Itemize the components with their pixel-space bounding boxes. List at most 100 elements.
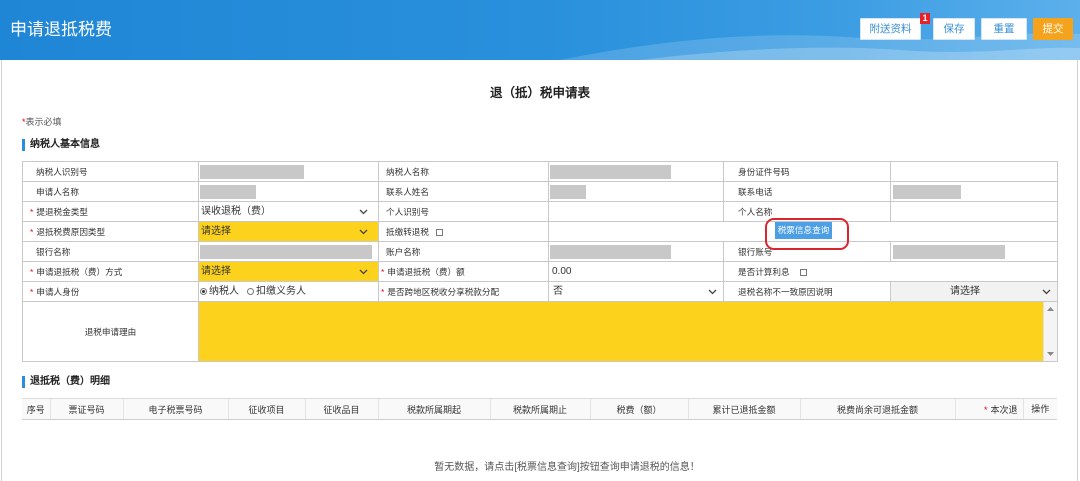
contact-name-label: 联系人姓名 bbox=[378, 181, 549, 202]
chevron-down-icon bbox=[1042, 289, 1051, 294]
required-note: *表示必填 bbox=[22, 117, 62, 128]
label-text: 提退税金类型 bbox=[36, 206, 88, 217]
section-title: 退抵税（费）明细 bbox=[30, 376, 110, 387]
select-box[interactable]: 否 bbox=[550, 283, 723, 301]
label-text: 申请退抵税（费）方式 bbox=[36, 266, 123, 277]
refund-reason-type-label: * 退抵税费原因类型 bbox=[22, 221, 199, 242]
section-title: 纳税人基本信息 bbox=[30, 139, 100, 150]
form-content: 退（抵）税申请表 *表示必填 纳税人基本信息 纳税人识别号 纳税人名称 身份证件… bbox=[0, 60, 1080, 481]
personal-name-field[interactable] bbox=[890, 201, 1058, 222]
label-text: 抵缴转退税 bbox=[386, 226, 429, 237]
select-box[interactable]: 误收退税（费） bbox=[200, 203, 378, 221]
refund-reason-type-select[interactable]: 请选择 bbox=[198, 221, 379, 242]
personal-id-label: 个人识别号 bbox=[378, 201, 549, 222]
section-accent-bar bbox=[22, 139, 25, 151]
account-name-value bbox=[548, 241, 724, 262]
cross-region-allocation-select[interactable]: 否 bbox=[548, 281, 724, 302]
contact-phone-value bbox=[890, 181, 1058, 202]
taxpayer-name-label: 纳税人名称 bbox=[378, 161, 549, 182]
radio-icon[interactable] bbox=[200, 287, 207, 295]
calculate-interest-label: 是否计算利息 bbox=[723, 261, 1058, 282]
select-box[interactable]: 请选择 bbox=[200, 223, 378, 241]
section-accent-bar bbox=[22, 376, 25, 388]
selected-value: 请选择 bbox=[950, 285, 980, 297]
col-period-end: 税款所属期止 bbox=[489, 398, 590, 420]
select-box[interactable]: 请选择 bbox=[200, 263, 378, 281]
cross-region-allocation-label: * 是否跨地区税收分享税款分配 bbox=[378, 281, 549, 302]
col-remaining-refundable: 税费尚余可退抵金额 bbox=[799, 398, 955, 420]
col-index: 序号 bbox=[22, 398, 50, 420]
application-reason-textarea[interactable] bbox=[200, 302, 1057, 361]
col-levy-item: 征收项目 bbox=[227, 398, 305, 420]
taxpayer-basic-info-table: 纳税人识别号 纳税人名称 身份证件号码 申请人名称 联系人姓名 联系电话 * 提… bbox=[22, 161, 1058, 362]
id-document-number-field[interactable] bbox=[890, 161, 1058, 182]
radio-label: 扣缴义务人 bbox=[256, 285, 306, 297]
redacted-value bbox=[550, 165, 671, 179]
redacted-value bbox=[893, 245, 1005, 259]
label-text: 申请退抵税（费）额 bbox=[387, 266, 465, 277]
chevron-down-icon bbox=[359, 209, 368, 214]
textarea-scrollbar[interactable] bbox=[1043, 302, 1057, 361]
frame-border-right bbox=[1077, 60, 1078, 481]
radio-label: 纳税人 bbox=[209, 285, 239, 297]
calculate-interest-checkbox[interactable] bbox=[799, 268, 807, 276]
reset-button[interactable]: 重置 bbox=[981, 18, 1027, 40]
refund-tax-type-select[interactable]: 误收退税（费） bbox=[198, 201, 379, 222]
required-mark: * bbox=[30, 206, 34, 217]
refund-amount-value: 0.00 bbox=[552, 265, 572, 277]
form-row: * 提退税金类型 误收退税（费） 个人识别号 个人名称 bbox=[22, 201, 1058, 222]
refund-method-select[interactable]: 请选择 bbox=[198, 261, 379, 282]
radio-option-taxpayer[interactable]: 纳税人 bbox=[200, 283, 239, 301]
form-row: 纳税人识别号 纳税人名称 身份证件号码 bbox=[22, 161, 1058, 182]
refund-detail-table: 序号 票证号码 电子税票号码 征收项目 征收品目 税款所属期起 税款所属期止 税… bbox=[22, 398, 1057, 420]
refund-method-label: * 申请退抵税（费）方式 bbox=[22, 261, 199, 282]
required-mark: * bbox=[381, 286, 385, 297]
applicant-identity-radio-group: 纳税人 扣缴义务人 bbox=[198, 281, 379, 302]
required-mark: * bbox=[983, 404, 988, 415]
save-button[interactable]: 保存 bbox=[933, 18, 975, 40]
refund-tax-type-label: * 提退税金类型 bbox=[22, 201, 199, 222]
section-header-refund-detail: 退抵税（费）明细 bbox=[22, 376, 322, 388]
id-document-number-label: 身份证件号码 bbox=[723, 161, 891, 182]
bank-name-value bbox=[198, 241, 379, 262]
name-mismatch-reason-select[interactable]: 请选择 bbox=[890, 281, 1058, 302]
selected-value: 误收退税（费） bbox=[201, 205, 271, 217]
section-header-basic-info: 纳税人基本信息 bbox=[22, 139, 322, 151]
column-label: 本次退 bbox=[990, 404, 1018, 415]
personal-id-field[interactable] bbox=[548, 201, 724, 222]
submit-button[interactable]: 提交 bbox=[1033, 18, 1073, 40]
radio-icon[interactable] bbox=[247, 287, 254, 295]
detail-header-row: 序号 票证号码 电子税票号码 征收项目 征收品目 税款所属期起 税款所属期止 税… bbox=[22, 398, 1057, 420]
form-row: * 申请人身份 纳税人 扣缴义务人 * 是否跨地区税收分享税款分配 否 退税名称不一致… bbox=[22, 281, 1058, 302]
radio-option-withholding-agent[interactable]: 扣缴义务人 bbox=[247, 283, 306, 301]
applicant-name-value bbox=[198, 181, 379, 202]
chevron-down-icon bbox=[359, 229, 368, 234]
label-text: 退抵税费原因类型 bbox=[36, 226, 106, 237]
selected-value: 请选择 bbox=[201, 225, 231, 237]
contact-name-value bbox=[548, 181, 724, 202]
scroll-down-arrow-icon[interactable] bbox=[1047, 352, 1054, 356]
refund-amount-field[interactable]: 0.00 bbox=[548, 261, 724, 282]
applicant-identity-label: * 申请人身份 bbox=[22, 281, 199, 302]
bank-name-label: 银行名称 bbox=[22, 241, 199, 262]
select-box[interactable]: 请选择 bbox=[892, 283, 1057, 301]
taxpayer-id-label: 纳税人识别号 bbox=[22, 161, 199, 182]
attachment-count-badge: 1 bbox=[920, 13, 930, 24]
col-tax-amount: 税费（额） bbox=[589, 398, 688, 420]
label-text: 是否跨地区税收分享税款分配 bbox=[387, 286, 500, 297]
col-e-ticket-number: 电子税票号码 bbox=[122, 398, 228, 420]
col-period-start: 税款所属期起 bbox=[377, 398, 490, 420]
col-levy-subitem: 征收品目 bbox=[304, 398, 378, 420]
scroll-up-arrow-icon[interactable] bbox=[1047, 307, 1054, 311]
required-note-text: 表示必填 bbox=[25, 117, 62, 127]
selected-value: 请选择 bbox=[201, 265, 231, 277]
selected-value: 否 bbox=[553, 285, 563, 297]
application-reason-label: 退税申请理由 bbox=[22, 301, 199, 362]
offset-to-refund-checkbox[interactable] bbox=[435, 228, 443, 236]
form-row: * 退抵税费原因类型 请选择 抵缴转退税 税票信息查询 bbox=[22, 221, 1058, 242]
attach-materials-button[interactable]: 附送资料 bbox=[860, 18, 921, 40]
offset-to-refund-label: 抵缴转退税 bbox=[378, 221, 549, 242]
taxpayer-name-value bbox=[548, 161, 724, 182]
chevron-down-icon bbox=[359, 269, 368, 274]
page: 申请退抵税费 附送资料 1 保存 重置 提交 退（抵）税申请表 *表示必填 纳税… bbox=[0, 0, 1080, 481]
